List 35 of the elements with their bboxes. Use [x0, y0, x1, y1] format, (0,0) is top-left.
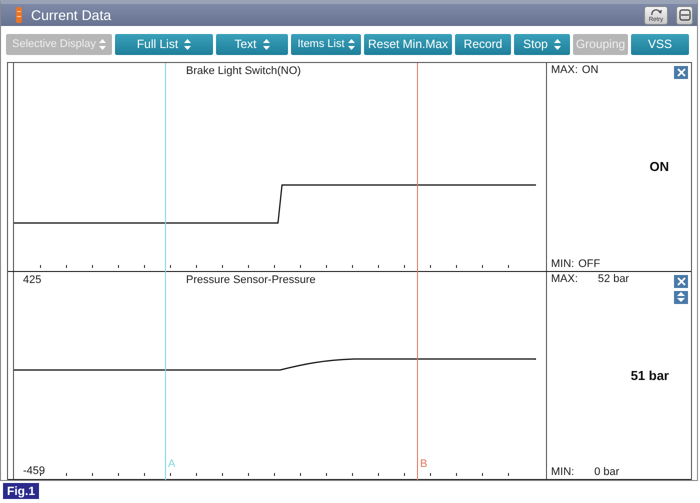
- toolbar-button[interactable]: VSS: [631, 34, 689, 54]
- toolbar-button[interactable]: Items List: [291, 34, 361, 54]
- refresh-icon: [649, 8, 663, 16]
- toolbar-button[interactable]: Text: [216, 34, 288, 54]
- min-label: MIN:: [551, 466, 574, 478]
- axis-label: 425: [23, 274, 42, 286]
- min-value: 0 bar: [594, 466, 620, 478]
- max-label: MAX:: [551, 272, 578, 284]
- app-icon: [15, 7, 23, 23]
- max-value: 52 bar: [598, 272, 630, 284]
- cursor-label: B: [420, 458, 428, 470]
- max-value: ON: [582, 64, 598, 76]
- toolbar-button[interactable]: Record: [455, 34, 511, 54]
- menu-button[interactable]: [676, 6, 693, 24]
- current-value: 51 bar: [630, 368, 669, 382]
- graph-title: Pressure Sensor-Pressure: [186, 274, 316, 286]
- min-label: MIN:: [551, 258, 574, 270]
- figure-label: Fig.1: [3, 483, 40, 499]
- toolbar-button[interactable]: Stop: [514, 34, 570, 54]
- window-title: Current Data: [31, 7, 112, 23]
- menu-icon: [678, 9, 690, 21]
- cursor-label: A: [168, 458, 176, 470]
- close-icon: [676, 276, 686, 286]
- expand-icon: [677, 292, 685, 302]
- toolbar-button[interactable]: Reset Min.Max: [364, 34, 452, 54]
- close-button[interactable]: [674, 274, 688, 288]
- close-button[interactable]: [674, 66, 688, 79]
- max-label: MAX:: [551, 64, 578, 76]
- graph-title: Brake Light Switch(NO): [186, 65, 301, 77]
- axis-label: -459: [23, 465, 46, 477]
- resize-button[interactable]: [674, 290, 688, 304]
- toolbar-button[interactable]: Full List: [115, 34, 213, 54]
- current-value: ON: [650, 159, 669, 174]
- close-icon: [676, 68, 686, 77]
- min-value: OFF: [578, 258, 600, 270]
